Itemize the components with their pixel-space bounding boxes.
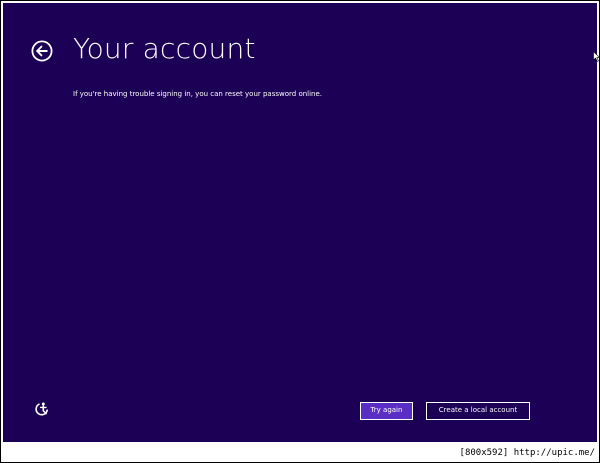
setup-screen: Your account If you're having trouble si… [3, 3, 600, 442]
back-arrow-circle-icon [31, 40, 53, 62]
ease-of-access-button[interactable] [34, 401, 50, 417]
back-button[interactable] [31, 40, 53, 62]
page-title: Your account [73, 32, 256, 65]
help-message: If you're having trouble signing in, you… [73, 90, 323, 98]
ease-of-access-icon [35, 402, 48, 416]
mouse-pointer-icon [593, 51, 600, 62]
create-local-account-button[interactable]: Create a local account [426, 402, 530, 420]
try-again-button[interactable]: Try again [360, 402, 413, 420]
screenshot-frame: Your account If you're having trouble si… [0, 0, 600, 463]
image-size-caption: [800x592] http://upic.me/ [459, 448, 595, 458]
